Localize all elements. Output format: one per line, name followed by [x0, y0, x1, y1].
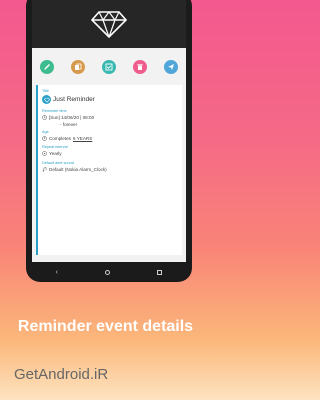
age-prefix: Completes	[49, 136, 71, 141]
reminder-details-card: Title Just Reminder Reminder time [Sun] …	[36, 85, 182, 255]
repeat-interval: Yearly	[49, 151, 62, 156]
nav-back-button[interactable]: ‹	[56, 269, 58, 276]
reminder-title: Just Reminder	[53, 96, 95, 103]
reminder-time: [Sun] 14/06/20 | 08:00	[49, 115, 95, 120]
action-bar	[32, 54, 186, 80]
repeat-icon	[42, 151, 47, 156]
repeat-interval-label: Repeat interval	[42, 145, 68, 149]
diamond-icon	[91, 11, 127, 38]
title-row: Just Reminder	[42, 95, 95, 104]
system-nav-bar: ‹	[32, 262, 186, 282]
reminder-time-label: Reminder time	[42, 109, 67, 113]
checklist-button[interactable]	[101, 60, 116, 74]
alert-sound-row: Default (Nokia Alarm_Clock)	[42, 167, 107, 172]
send-button[interactable]	[163, 60, 178, 74]
nav-home-button[interactable]	[105, 269, 111, 275]
age-label: Age	[42, 130, 49, 134]
app-screen: Title Just Reminder Reminder time [Sun] …	[32, 0, 186, 262]
send-icon	[167, 64, 174, 70]
pencil-icon	[44, 64, 51, 70]
repeat-forever: - forever	[60, 122, 78, 127]
watermark-logo: GetAndroid.iR	[14, 366, 109, 383]
alert-sound: Default (Nokia Alarm_Clock)	[49, 167, 107, 172]
title-label: Title	[42, 89, 50, 93]
nav-recents-button[interactable]	[157, 269, 163, 275]
edit-button[interactable]	[40, 60, 55, 74]
person-icon	[42, 136, 47, 141]
copy-icon	[75, 63, 82, 70]
repeat-interval-row: Yearly	[42, 151, 62, 156]
age-value: 6 YEARS	[72, 136, 93, 141]
clock-icon	[42, 115, 47, 120]
reminder-time-row: [Sun] 14/06/20 | 08:00	[42, 115, 94, 120]
music-note-icon	[42, 167, 47, 172]
reminder-type-icon	[42, 95, 51, 104]
alert-sound-label: Default alert sound	[42, 161, 74, 165]
age-row: Completes 6 YEARS	[42, 136, 92, 141]
checklist-icon	[105, 63, 113, 71]
trash-icon	[137, 64, 143, 70]
app-header	[32, 0, 186, 48]
copy-button[interactable]	[71, 60, 86, 74]
promo-caption: Reminder event details	[17, 318, 194, 335]
delete-button[interactable]	[132, 60, 147, 74]
